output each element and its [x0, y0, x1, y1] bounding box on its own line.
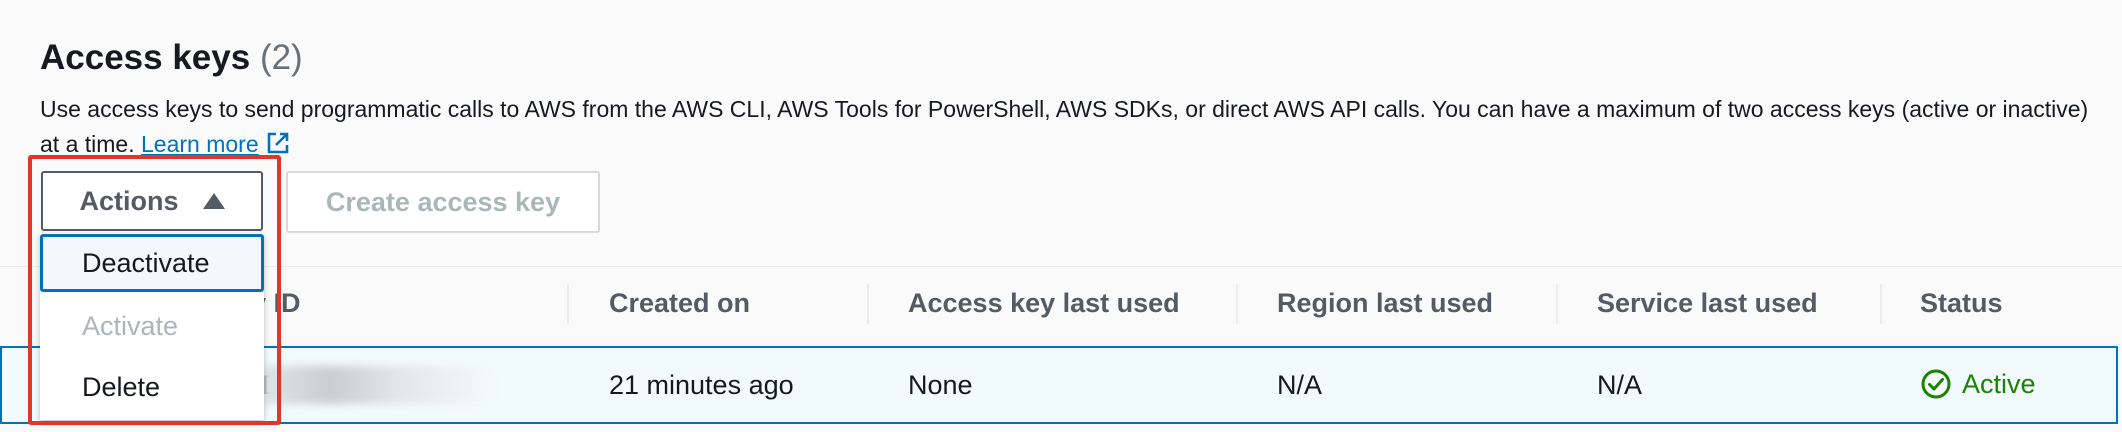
last-used-cell: None [908, 370, 973, 400]
section-title: Access keys (2) [40, 38, 303, 78]
menu-item-deactivate[interactable]: Deactivate [40, 234, 264, 292]
status-badge: Active [1920, 368, 2036, 400]
create-access-key-label: Create access key [325, 186, 561, 217]
menu-item-delete[interactable]: Delete [40, 358, 264, 416]
column-header-region[interactable]: Region last used [1277, 288, 1493, 319]
actions-button[interactable]: Actions [41, 171, 263, 231]
column-separator [1236, 284, 1238, 324]
learn-more-link[interactable]: Learn more [141, 131, 259, 157]
created-on-cell: 21 minutes ago [609, 370, 794, 400]
section-title-text: Access keys [40, 38, 251, 77]
column-separator [867, 284, 869, 324]
service-cell: N/A [1597, 370, 1643, 400]
actions-button-label: Actions [79, 185, 179, 216]
menu-item-activate: Activate [82, 310, 179, 341]
access-keys-panel: Access keys (2) Use access keys to send … [0, 0, 2122, 432]
column-header-created-on[interactable]: Created on [609, 288, 750, 319]
column-header-last-used[interactable]: Access key last used [908, 288, 1180, 319]
column-separator [1556, 284, 1558, 324]
region-cell: N/A [1277, 370, 1323, 400]
column-separator [1880, 284, 1882, 324]
actions-dropdown-menu: Deactivate Activate Delete [40, 233, 264, 420]
external-link-icon [267, 132, 288, 154]
column-header-service[interactable]: Service last used [1597, 288, 1818, 319]
caret-up-icon [202, 193, 225, 209]
redacted-access-key-id [262, 366, 492, 404]
create-access-key-button[interactable]: Create access key [286, 171, 600, 233]
description-text: Use access keys to send programmatic cal… [40, 96, 2089, 157]
section-description: Use access keys to send programmatic cal… [40, 92, 2090, 162]
status-text: Active [1962, 368, 2036, 399]
column-header-status[interactable]: Status [1920, 288, 2003, 319]
toolbar-divider [0, 266, 2122, 267]
access-key-count: (2) [259, 38, 303, 77]
check-circle-icon [1921, 369, 1951, 399]
column-separator [567, 284, 569, 324]
